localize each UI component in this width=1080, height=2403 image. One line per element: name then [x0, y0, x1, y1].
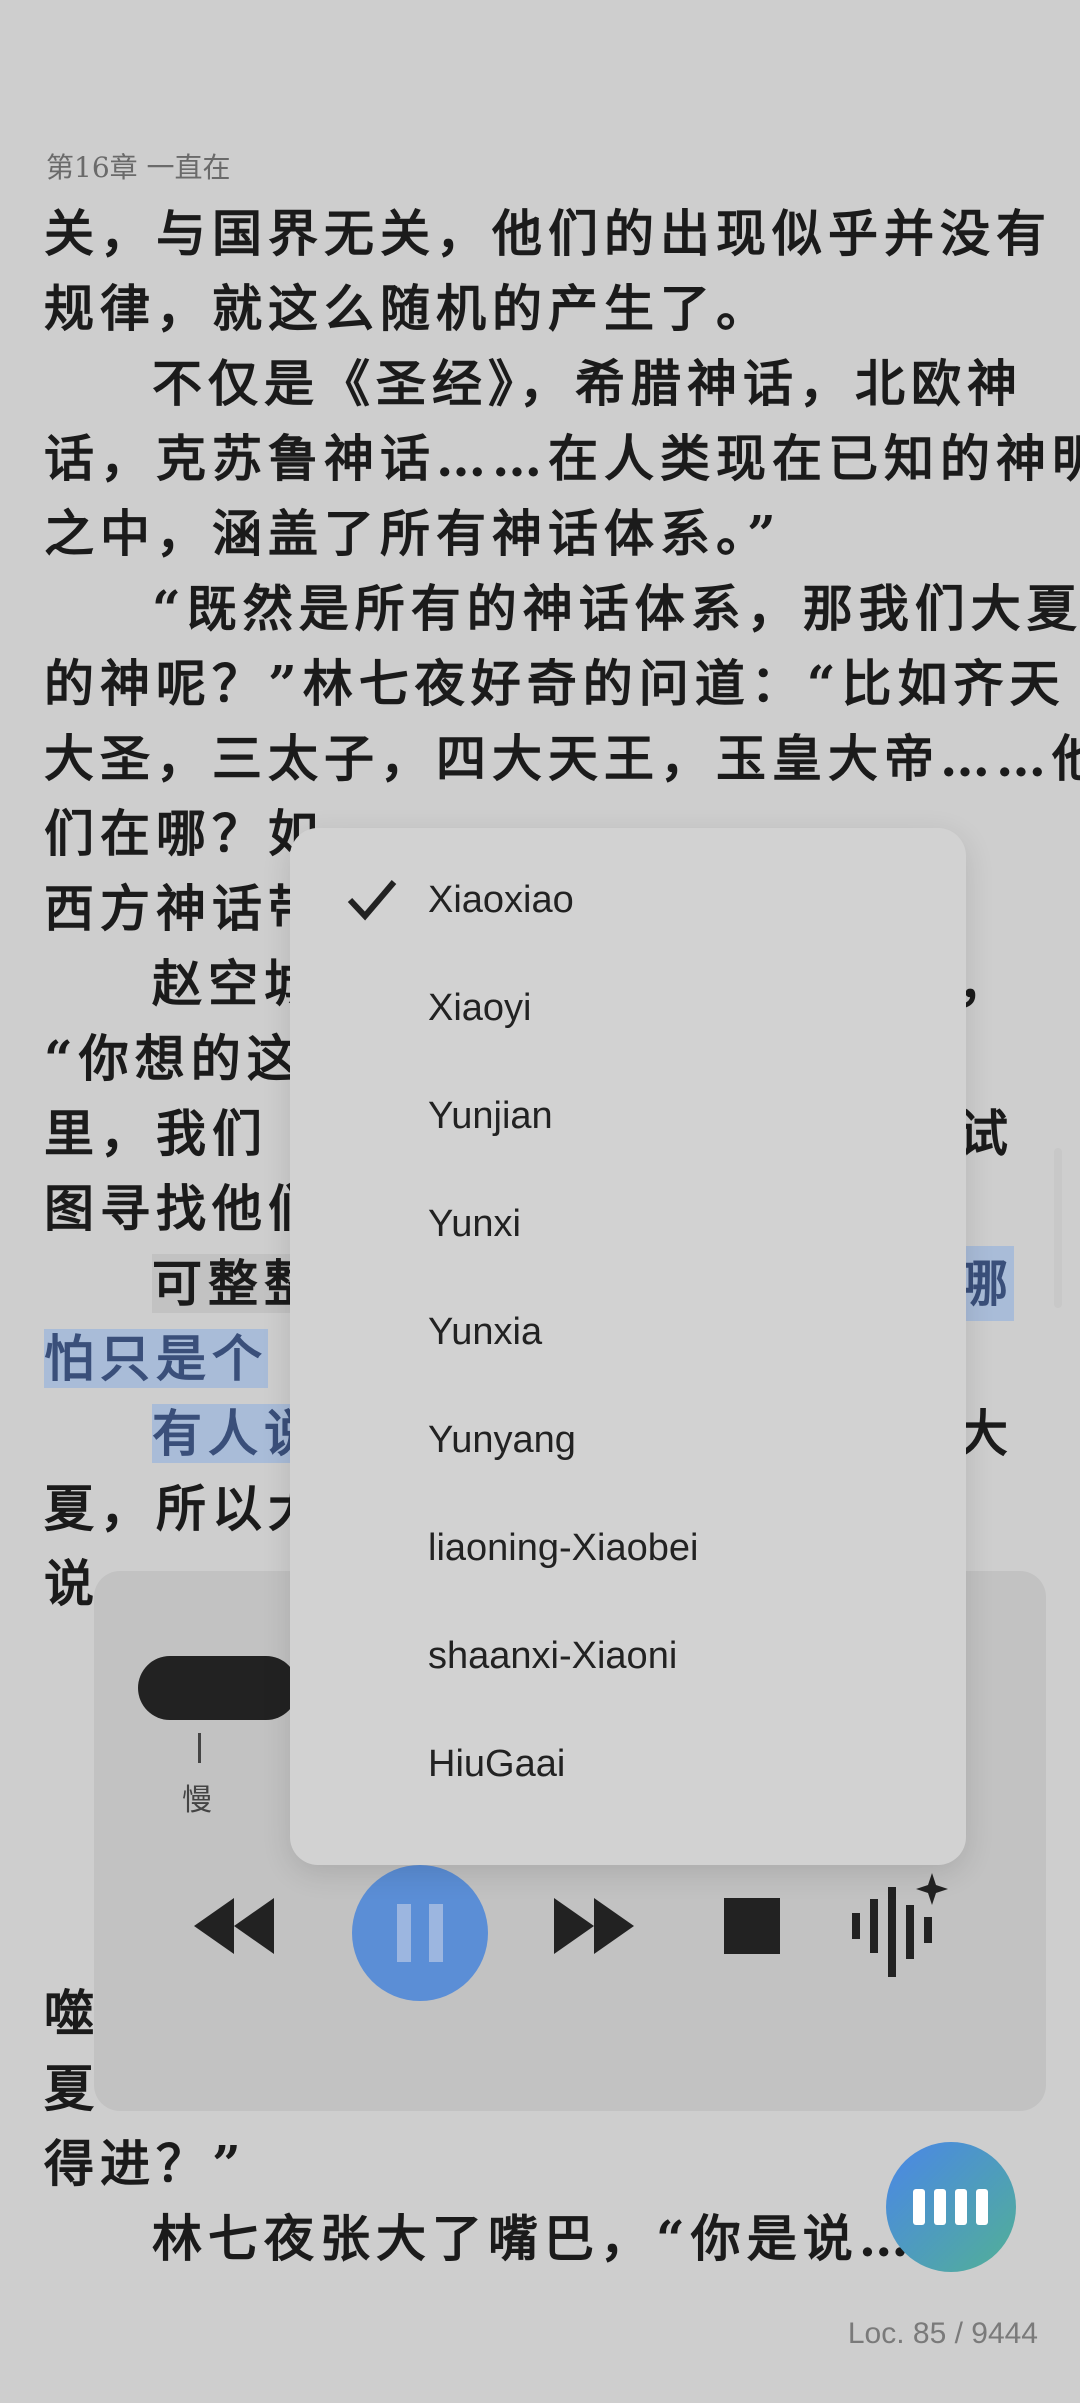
text-line-content: 之中，涵盖了所有神话体系。” — [44, 504, 782, 563]
text-line: 得进？” — [44, 2134, 247, 2193]
text-line-content: 说 — [44, 1554, 100, 1613]
text-line: 话，克苏鲁神话……在人类现在已知的神明 — [44, 421, 1080, 496]
text-line-content: 里，我们 — [44, 1104, 268, 1163]
text-line: 噬 — [44, 1984, 100, 2043]
ai-voice-icon — [852, 1873, 948, 1977]
voice-option-label: Yunxia — [428, 1310, 543, 1353]
text-line: 不仅是《圣经》，希腊神话，北欧神 — [44, 346, 1044, 421]
voice-option-label: Yunxi — [428, 1202, 521, 1245]
voice-option[interactable]: Xiaoyi — [290, 954, 966, 1062]
text-line: 规律，就这么随机的产生了。 — [44, 271, 1044, 346]
speed-tick — [198, 1733, 201, 1763]
text-line: 林七夜张大了嘴巴，“你是说…… — [152, 2209, 971, 2268]
checkmark-icon — [347, 880, 397, 921]
stop-button[interactable] — [722, 1891, 782, 1961]
text-line-content: “既然是所有的神话体系，那我们大夏 — [152, 579, 1080, 638]
text-line: 的神呢？”林七夜好奇的问道：“比如齐天 — [44, 646, 1060, 721]
voice-option[interactable]: HiuGaai — [290, 1710, 966, 1818]
text-line-content: 夏，所以大 — [44, 1479, 324, 1538]
text-line-content: 关，与国界无关，他们的出现似乎并没有 — [44, 204, 1052, 263]
chapter-title: 第16章 一直在 — [46, 151, 231, 184]
stop-icon — [724, 1898, 780, 1954]
rewind-button[interactable] — [194, 1891, 274, 1961]
voice-option[interactable]: liaoning-Xiaobei — [290, 1494, 966, 1602]
text-line-content: 图寻找他们 — [44, 1179, 324, 1238]
text-line: 夏 — [44, 2059, 100, 2118]
text-line-content: 规律，就这么随机的产生了。 — [44, 279, 772, 338]
text-line-fragment: ， — [958, 954, 1014, 1013]
voice-option[interactable]: Xiaoxiao — [290, 846, 966, 954]
speed-slider-thumb[interactable] — [138, 1656, 298, 1720]
voice-option[interactable]: Yunxi — [290, 1170, 966, 1278]
voice-option-label: Xiaoxiao — [428, 878, 574, 921]
text-line-content: 西方神话带 — [44, 879, 324, 938]
text-line: “既然是所有的神话体系，那我们大夏 — [44, 571, 1077, 646]
text-line-content: 话，克苏鲁神话……在人类现在已知的神明 — [44, 429, 1080, 488]
pause-icon — [397, 1904, 443, 1962]
scrollbar[interactable] — [1054, 1148, 1062, 1308]
location-indicator: Loc. 85 / 9444 — [847, 2317, 1038, 2350]
voice-option[interactable]: Yunjian — [290, 1062, 966, 1170]
text-line: 关，与国界无关，他们的出现似乎并没有 — [44, 196, 1046, 271]
voice-option[interactable]: Yunxia — [290, 1278, 966, 1386]
voice-option[interactable]: shaanxi-Xiaoni — [290, 1602, 966, 1710]
voice-option[interactable]: Yunyang — [290, 1386, 966, 1494]
voice-option-label: shaanxi-Xiaoni — [428, 1634, 678, 1677]
fast-forward-button[interactable] — [554, 1891, 634, 1961]
text-line-fragment: 大 — [958, 1404, 1014, 1463]
voice-option-label: Yunyang — [428, 1418, 576, 1461]
tts-floating-button[interactable] — [886, 2142, 1016, 2272]
speed-label-slow: 慢 — [182, 1783, 212, 1818]
audio-bars-icon — [913, 2189, 988, 2225]
voice-dropdown-menu: Xiaoxiao Xiaoyi Yunjian Yunxi Yunxia Yunyang l… — [290, 828, 966, 1865]
voice-option-label: liaoning-Xiaobei — [428, 1526, 699, 1569]
text-line-content: “你想的这 — [44, 1029, 303, 1088]
rewind-icon — [194, 1898, 274, 1954]
pause-button[interactable] — [352, 1865, 488, 2001]
voice-select-button[interactable] — [850, 1871, 950, 1981]
text-line-fragment: 试 — [958, 1104, 1014, 1163]
voice-option-label: Xiaoyi — [428, 986, 532, 1029]
fast-forward-icon — [554, 1898, 634, 1954]
text-line: 大圣，三太子，四大天王，玉皇大帝……他 — [44, 721, 1080, 796]
text-line-fragment: 哪 — [958, 1246, 1014, 1321]
text-line-content: 的神呢？”林七夜好奇的问道：“比如齐天 — [44, 654, 1066, 713]
text-line-content: 不仅是《圣经》，希腊神话，北欧神 — [152, 354, 1023, 413]
voice-option-label: HiuGaai — [428, 1742, 566, 1785]
text-line-content: 们在哪？如 — [44, 804, 324, 863]
text-line: 之中，涵盖了所有神话体系。” — [44, 496, 1044, 571]
text-line-content: 大圣，三太子，四大天王，玉皇大帝……他 — [44, 729, 1080, 788]
voice-option-label: Yunjian — [428, 1094, 553, 1137]
text-line-content: 怕只是个 — [44, 1329, 268, 1388]
